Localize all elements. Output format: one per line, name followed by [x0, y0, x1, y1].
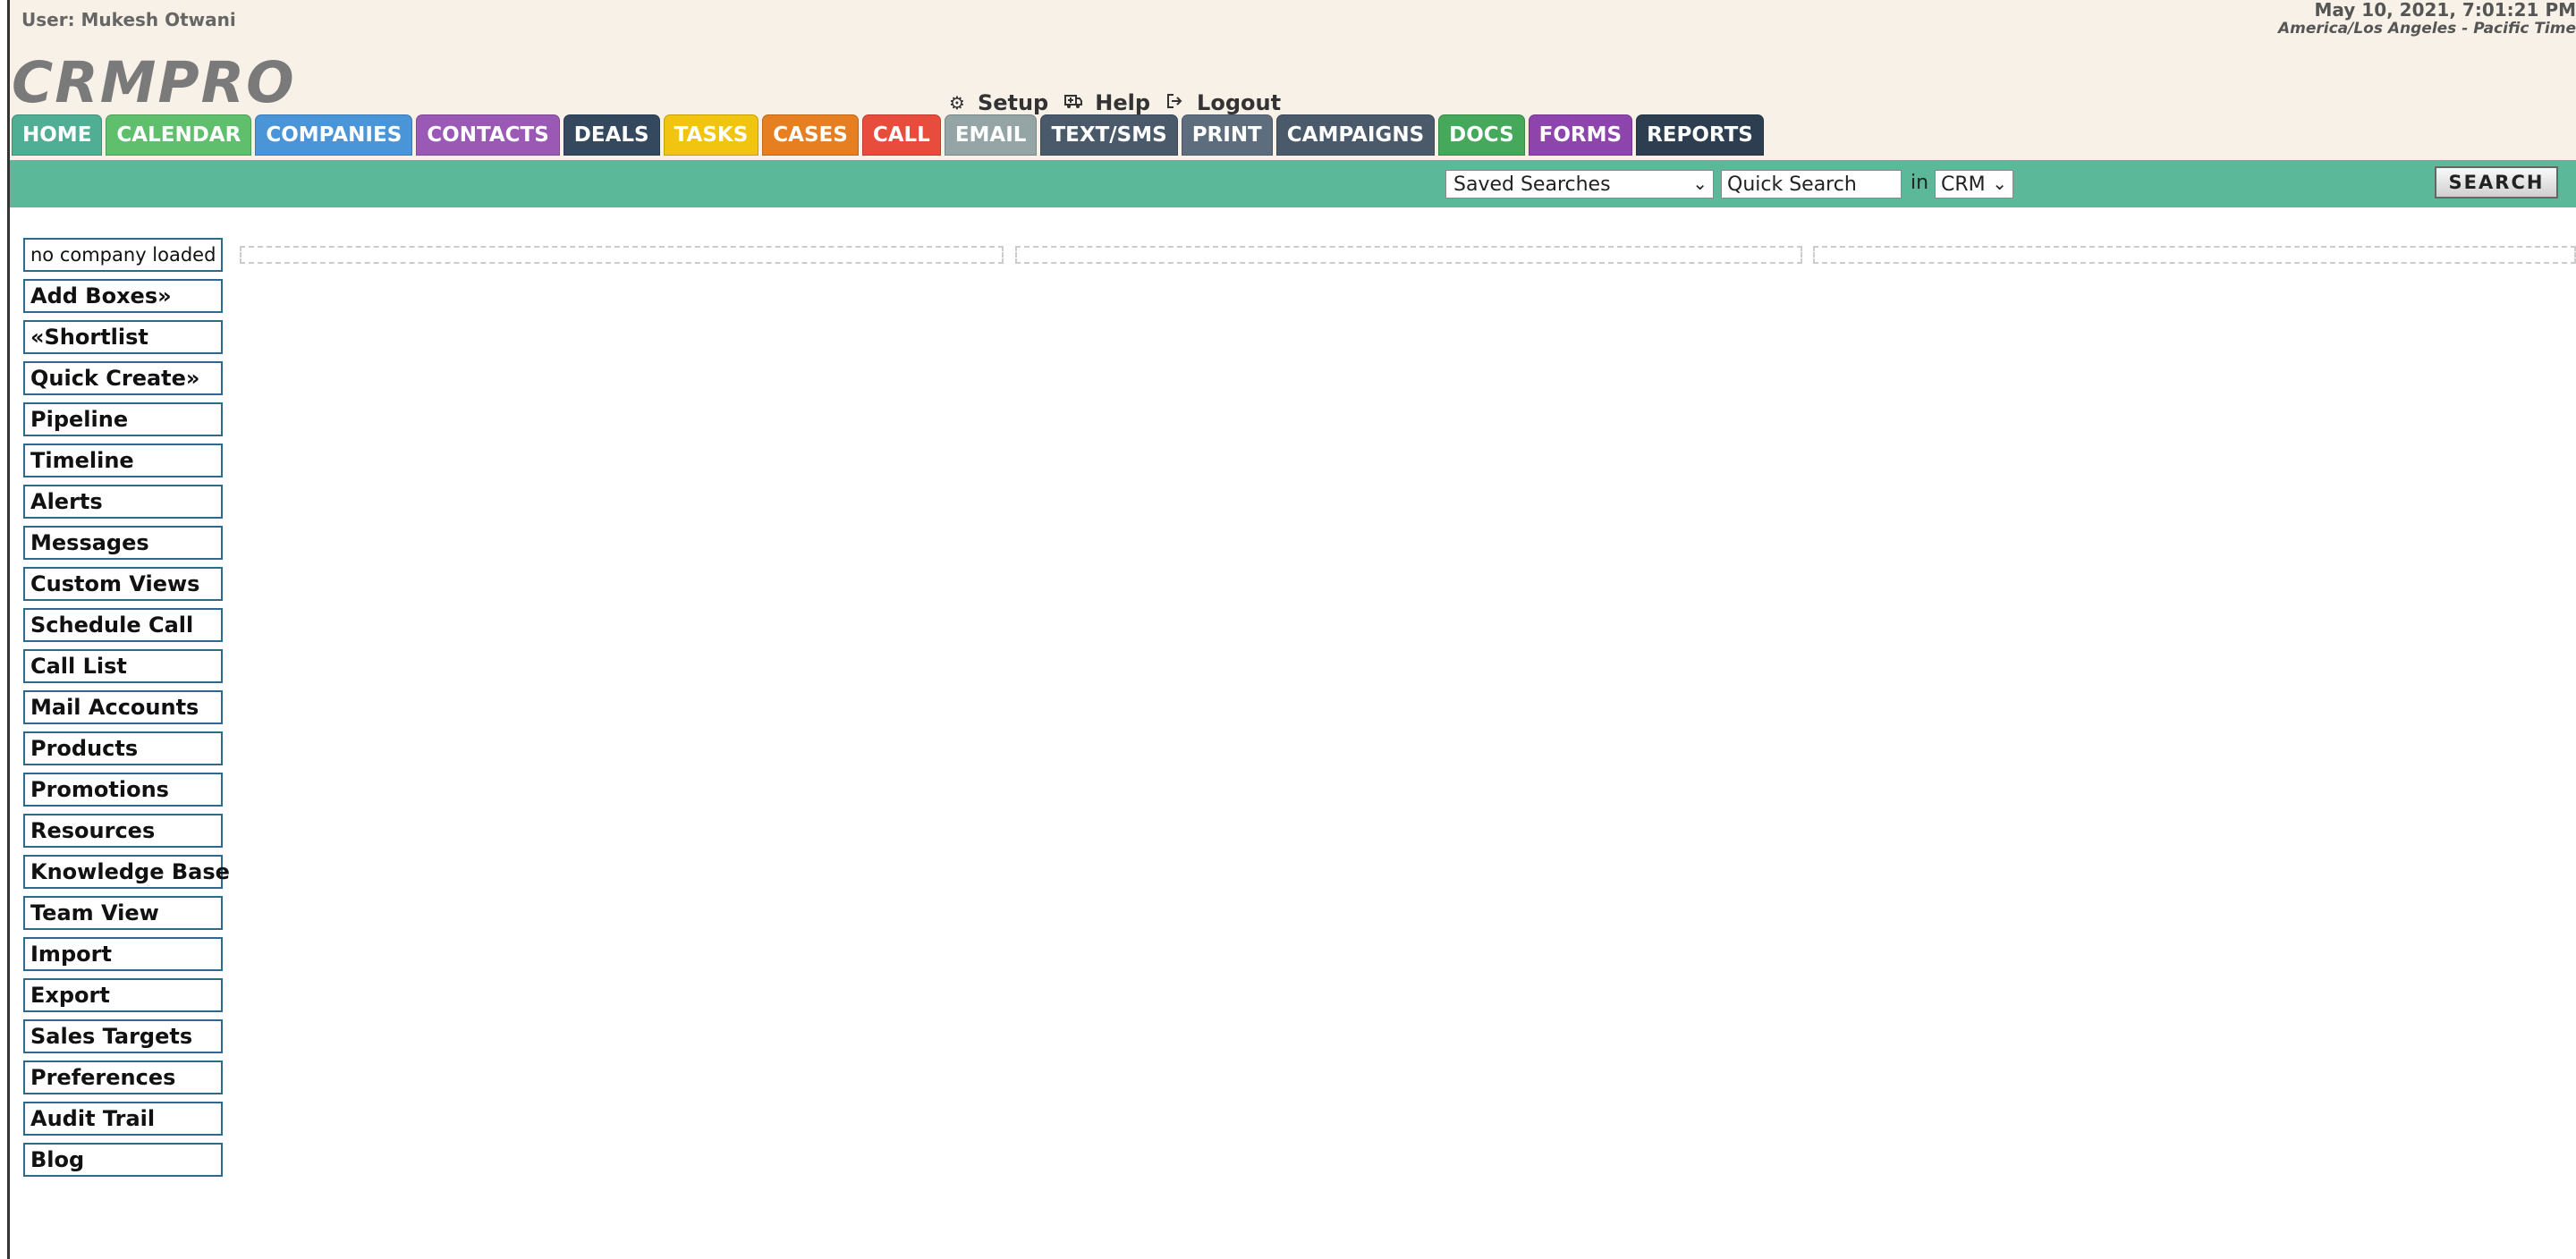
sidebar-item-export[interactable]: Export — [23, 978, 223, 1012]
search-bar: Saved Searches ⌄ in CRM ⌄ SEARCH — [10, 160, 2576, 207]
sidebar-item-custom-views[interactable]: Custom Views — [23, 567, 223, 601]
sidebar-item-preferences[interactable]: Preferences — [23, 1060, 223, 1094]
setup-link[interactable]: ⚙ Setup — [949, 90, 1048, 115]
user-label: User: Mukesh Otwani — [21, 9, 236, 30]
sidebar-item-resources[interactable]: Resources — [23, 814, 223, 848]
dashboard-box-placeholder — [1015, 246, 1802, 264]
tab-reports[interactable]: REPORTS — [1636, 114, 1764, 156]
sidebar-item-mail-accounts[interactable]: Mail Accounts — [23, 690, 223, 724]
logout-shape — [1167, 94, 1182, 108]
search-button[interactable]: SEARCH — [2435, 166, 2558, 199]
in-label: in — [1911, 172, 1929, 194]
sidebar-item-timeline[interactable]: Timeline — [23, 444, 223, 477]
search-scope-value: CRM — [1941, 173, 1986, 196]
page: { "header": { "user_label": "User: Mukes… — [0, 0, 2576, 1259]
tab-home[interactable]: HOME — [12, 114, 103, 156]
logout-link[interactable]: Logout — [1166, 90, 1281, 115]
sidebar-item-quick-create[interactable]: Quick Create» — [23, 361, 223, 395]
tab-text-sms[interactable]: TEXT/SMS — [1040, 114, 1178, 156]
logout-icon — [1166, 92, 1184, 114]
chevron-down-icon: ⌄ — [1692, 173, 1707, 194]
sidebar-item-blog[interactable]: Blog — [23, 1143, 223, 1177]
tab-deals[interactable]: DEALS — [563, 114, 660, 156]
setup-label: Setup — [977, 90, 1049, 115]
main-nav: HOME CALENDAR COMPANIES CONTACTS DEALS T… — [12, 114, 1767, 157]
dashboard-box-placeholder — [1813, 246, 2576, 264]
sidebar-item-team-view[interactable]: Team View — [23, 896, 223, 930]
sidebar-item-audit-trail[interactable]: Audit Trail — [23, 1102, 223, 1136]
help-link[interactable]: Help — [1064, 90, 1150, 115]
sidebar-item-knowledge-base[interactable]: Knowledge Base — [23, 855, 230, 889]
tab-tasks[interactable]: TASKS — [663, 114, 759, 156]
search-scope-select[interactable]: CRM ⌄ — [1935, 170, 2013, 199]
gears-icon: ⚙ — [949, 92, 965, 114]
sidebar-item-import[interactable]: Import — [23, 937, 223, 971]
tab-cases[interactable]: CASES — [762, 114, 859, 156]
header: User: Mukesh Otwani May 10, 2021, 7:01:2… — [10, 0, 2576, 160]
chevron-down-icon: ⌄ — [1992, 173, 2007, 194]
sidebar-item-schedule-call[interactable]: Schedule Call — [23, 608, 223, 642]
sidebar-item-add-boxes[interactable]: Add Boxes» — [23, 279, 223, 313]
sidebar-item-promotions[interactable]: Promotions — [23, 773, 223, 807]
tab-call[interactable]: CALL — [861, 114, 941, 156]
quick-search-input[interactable] — [1721, 170, 1902, 199]
logout-label: Logout — [1197, 90, 1282, 115]
no-company-loaded[interactable]: no company loaded — [23, 238, 223, 272]
tab-contacts[interactable]: CONTACTS — [416, 114, 560, 156]
help-label: Help — [1095, 90, 1151, 115]
sidebar-item-sales-targets[interactable]: Sales Targets — [23, 1019, 223, 1053]
current-datetime: May 10, 2021, 7:01:21 PM — [2314, 0, 2576, 21]
sidebar-item-alerts[interactable]: Alerts — [23, 485, 223, 519]
sidebar-item-products[interactable]: Products — [23, 731, 223, 765]
tab-docs[interactable]: DOCS — [1438, 114, 1525, 156]
timezone-label: America/Los Angeles - Pacific Time — [2277, 20, 2576, 38]
top-links: ⚙ Setup Help Logout — [949, 89, 1297, 116]
datetime-display: May 10, 2021, 7:01:21 PM America/Los Ang… — [2278, 0, 2576, 38]
sidebar-item-messages[interactable]: Messages — [23, 526, 223, 560]
sidebar: no company loaded Add Boxes» «Shortlist … — [23, 238, 230, 1184]
tab-campaigns[interactable]: CAMPAIGNS — [1275, 114, 1436, 156]
saved-searches-select[interactable]: Saved Searches ⌄ — [1445, 170, 1714, 199]
tab-email[interactable]: EMAIL — [944, 114, 1038, 156]
tab-companies[interactable]: COMPANIES — [255, 114, 413, 156]
tab-print[interactable]: PRINT — [1181, 114, 1273, 156]
ambulance-shape — [1064, 95, 1083, 108]
sidebar-item-shortlist[interactable]: «Shortlist — [23, 320, 223, 354]
sidebar-item-call-list[interactable]: Call List — [23, 649, 223, 683]
tab-forms[interactable]: FORMS — [1528, 114, 1633, 156]
help-icon — [1064, 92, 1083, 114]
crmpro-logo: CRMPRO — [12, 50, 296, 115]
saved-searches-value: Saved Searches — [1453, 173, 1611, 196]
dashboard-box-placeholder — [240, 246, 1004, 264]
sidebar-item-pipeline[interactable]: Pipeline — [23, 402, 223, 436]
tab-calendar[interactable]: CALENDAR — [106, 114, 252, 156]
